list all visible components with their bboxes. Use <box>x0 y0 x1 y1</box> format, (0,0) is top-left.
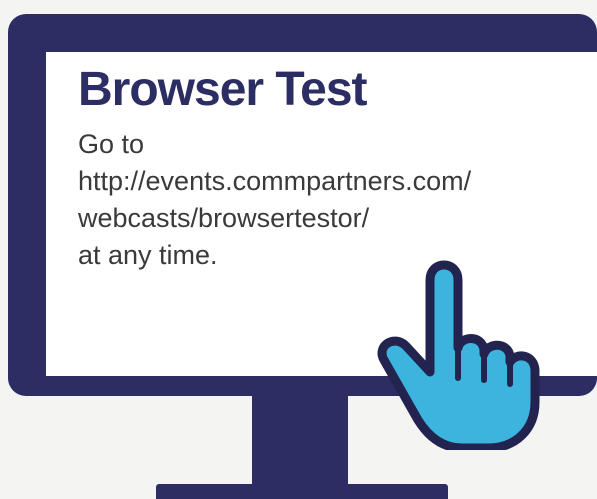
monitor-stand-base <box>156 484 448 499</box>
browser-test-illustration: Browser Test Go to http://events.commpar… <box>0 0 597 499</box>
instruction-url-line-1: http://events.commpartners.com/ <box>78 166 472 196</box>
instruction-line-1: Go to <box>78 129 145 159</box>
page-title: Browser Test <box>78 63 368 116</box>
pointing-hand-icon <box>377 260 540 450</box>
instruction-url-line-2: webcasts/browsertestor/ <box>78 203 370 233</box>
monitor-stand-neck <box>252 396 348 486</box>
